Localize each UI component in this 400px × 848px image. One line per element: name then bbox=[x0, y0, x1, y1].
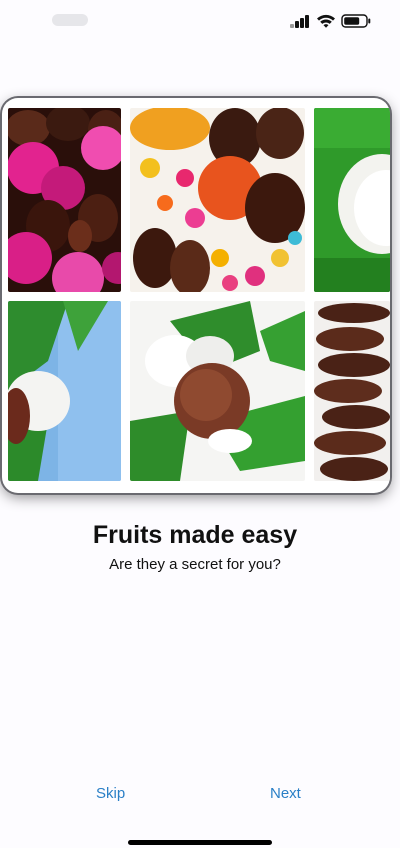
gallery-image-4[interactable] bbox=[8, 301, 121, 481]
gallery-image-6[interactable] bbox=[314, 301, 390, 481]
status-bar bbox=[0, 0, 400, 44]
wifi-icon bbox=[316, 13, 336, 29]
home-indicator[interactable] bbox=[128, 840, 272, 845]
signal-icon bbox=[290, 14, 310, 28]
dynamic-island-pill bbox=[52, 14, 88, 26]
skip-button[interactable]: Skip bbox=[96, 785, 125, 802]
battery-icon bbox=[341, 14, 371, 28]
gallery-image-1[interactable] bbox=[8, 108, 121, 292]
next-button[interactable]: Next bbox=[270, 785, 301, 802]
page-subtitle: Are they a secret for you? bbox=[109, 556, 281, 573]
gallery-image-3[interactable] bbox=[314, 108, 390, 292]
onboarding-screen: Fruits made easy Are they a secret for y… bbox=[0, 0, 400, 848]
fruit-gallery[interactable] bbox=[2, 98, 390, 493]
gallery-image-2[interactable] bbox=[130, 108, 305, 292]
gallery-image-5[interactable] bbox=[130, 301, 305, 481]
page-title: Fruits made easy bbox=[92, 521, 298, 549]
